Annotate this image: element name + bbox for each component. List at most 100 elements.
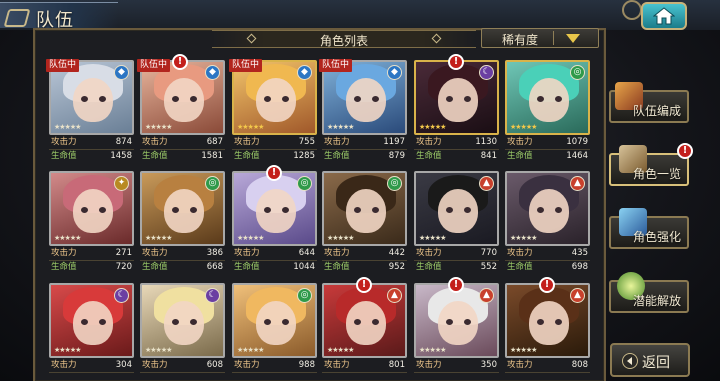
character-card[interactable]: ★★★★★ ◎ 攻击力 442 生命值 952 [322, 171, 407, 278]
hp-stat: 生命值 841 [414, 150, 499, 163]
wind-element-icon: ◎ [205, 176, 220, 191]
attack-label: 攻击力 [234, 360, 260, 370]
hp-stat: 生命值 879 [322, 150, 407, 163]
stat-divider [322, 372, 407, 373]
character-card[interactable]: ★★★★★ ◎ 攻击力 988 [232, 283, 317, 381]
dark-element-icon: ☾ [479, 65, 494, 80]
character-card[interactable]: ★★★★★ ◎ 攻击力 1079 生命值 1464 [505, 60, 590, 167]
rarity-stars-icon: ★★★★★ [327, 346, 354, 354]
attack-value: 608 [206, 360, 223, 370]
attack-label: 攻击力 [51, 360, 77, 370]
attack-label: 攻击力 [416, 360, 442, 370]
alert-icon: ! [677, 143, 693, 159]
side-button-character-list[interactable]: 角色一览 ! [609, 143, 693, 186]
side-button-character-enhance[interactable]: 角色强化 [609, 208, 689, 249]
character-card[interactable]: ★★★★★ ◆ 队伍中 攻击力 755 生命值 1285 [229, 59, 317, 167]
character-card[interactable]: ★★★★★ ☾! 攻击力 1130 生命值 841 [414, 54, 499, 167]
rarity-stars-icon: ★★★★★ [237, 346, 264, 354]
attack-stat: 攻击力 608 [140, 359, 225, 372]
water-element-icon: ◆ [387, 65, 402, 80]
side-button-potential-unlock[interactable]: 潜能解放 [609, 272, 689, 313]
sort-divider [553, 31, 554, 45]
hp-label: 生命值 [142, 262, 168, 272]
attack-value: 1079 [566, 137, 588, 147]
fire-element-icon: ▲ [479, 288, 494, 303]
character-card[interactable]: ★★★★★ ✦ 攻击力 271 生命值 720 [49, 171, 134, 278]
corner-ornament [622, 0, 642, 20]
hp-label: 生命值 [416, 151, 442, 161]
attack-stat: 攻击力 1079 [505, 136, 590, 149]
side-label-potential-unlock: 潜能解放 [632, 294, 681, 308]
rarity-stars-icon: ★★★★★ [54, 234, 81, 242]
character-card[interactable]: ★★★★★ ▲ 攻击力 770 生命值 552 [414, 171, 499, 278]
character-card[interactable]: ★★★★★ ☾ 攻击力 304 [49, 283, 134, 381]
hp-label: 生命值 [324, 151, 350, 161]
sort-dropdown[interactable]: 稀有度 [481, 28, 599, 48]
stat-divider [49, 372, 134, 373]
hp-value: 1044 [293, 262, 315, 272]
attack-value: 1130 [475, 137, 497, 147]
home-button[interactable] [641, 2, 687, 30]
rarity-stars-icon: ★★★★★ [419, 123, 446, 131]
attack-label: 攻击力 [142, 137, 168, 147]
attack-stat: 攻击力 304 [49, 359, 134, 372]
hp-label: 生命值 [51, 151, 77, 161]
attack-label: 攻击力 [507, 360, 533, 370]
stat-divider [140, 372, 225, 373]
fire-element-icon: ▲ [479, 176, 494, 191]
stat-divider [414, 372, 499, 373]
fire-element-icon: ▲ [570, 176, 585, 191]
rarity-stars-icon: ★★★★★ [145, 234, 172, 242]
hp-stat: 生命值 1464 [505, 150, 590, 163]
character-portrait: ★★★★★ ◎ [232, 171, 317, 246]
attack-stat: 攻击力 808 [505, 359, 590, 372]
attack-value: 442 [388, 248, 405, 258]
attack-stat: 攻击力 801 [322, 359, 407, 372]
side-button-party-formation[interactable]: 队伍编成 [609, 82, 689, 123]
attack-stat: 攻击力 386 [140, 247, 225, 260]
attack-label: 攻击力 [142, 360, 168, 370]
dark-element-icon: ☾ [114, 288, 129, 303]
back-arrow-icon [622, 353, 638, 369]
hp-value: 952 [388, 262, 405, 272]
character-card[interactable]: ★★★★★ ◎ 攻击力 386 生命值 668 [140, 171, 225, 278]
hp-value: 1464 [566, 151, 588, 161]
character-card[interactable]: ★★★★★ ◆ 队伍中! 攻击力 687 生命值 1581 [137, 54, 225, 167]
hp-stat: 生命值 720 [49, 261, 134, 274]
light-element-icon: ✦ [114, 176, 129, 191]
wind-element-icon: ◎ [297, 176, 312, 191]
rarity-stars-icon: ★★★★★ [510, 346, 537, 354]
character-card[interactable]: ★★★★★ ☾ 攻击力 608 [140, 283, 225, 381]
back-button[interactable]: 返回 [610, 343, 690, 377]
character-card[interactable]: ★★★★★ ◆ 队伍中 攻击力 874 生命值 1458 [46, 59, 134, 167]
character-portrait: ★★★★★ ▲ [505, 171, 590, 246]
character-card[interactable]: ★★★★★ ▲! 攻击力 350 [414, 277, 499, 381]
hp-label: 生命值 [234, 151, 260, 161]
attack-stat: 攻击力 644 [232, 247, 317, 260]
hp-stat: 生命值 668 [140, 261, 225, 274]
sort-arrow-icon [566, 34, 580, 43]
hp-value: 668 [206, 262, 223, 272]
attack-label: 攻击力 [51, 137, 77, 147]
hp-label: 生命值 [324, 262, 350, 272]
sort-label: 稀有度 [502, 33, 539, 47]
water-element-icon: ◆ [114, 65, 129, 80]
character-card[interactable]: ★★★★★ ▲! 攻击力 801 [322, 277, 407, 381]
list-header: 角色列表 [212, 30, 476, 48]
in-party-badge: 队伍中 [319, 59, 353, 72]
hp-stat: 生命值 698 [505, 261, 590, 274]
attack-value: 304 [115, 360, 132, 370]
attack-stat: 攻击力 755 [232, 136, 317, 149]
character-card[interactable]: ★★★★★ ▲! 攻击力 808 [505, 277, 590, 381]
attack-value: 687 [206, 137, 223, 147]
character-card[interactable]: ★★★★★ ▲ 攻击力 435 生命值 698 [505, 171, 590, 278]
hp-stat: 生命值 1044 [232, 261, 317, 274]
character-card[interactable]: ★★★★★ ◎! 攻击力 644 生命值 1044 [232, 165, 317, 278]
character-portrait: ★★★★★ ▲ [322, 283, 407, 358]
attack-value: 386 [206, 248, 223, 258]
hp-stat: 生命值 1581 [140, 150, 225, 163]
attack-value: 350 [480, 360, 497, 370]
character-portrait: ★★★★★ ▲ [414, 283, 499, 358]
attack-value: 874 [115, 137, 132, 147]
character-card[interactable]: ★★★★★ ◆ 队伍中 攻击力 1197 生命值 879 [319, 59, 407, 167]
